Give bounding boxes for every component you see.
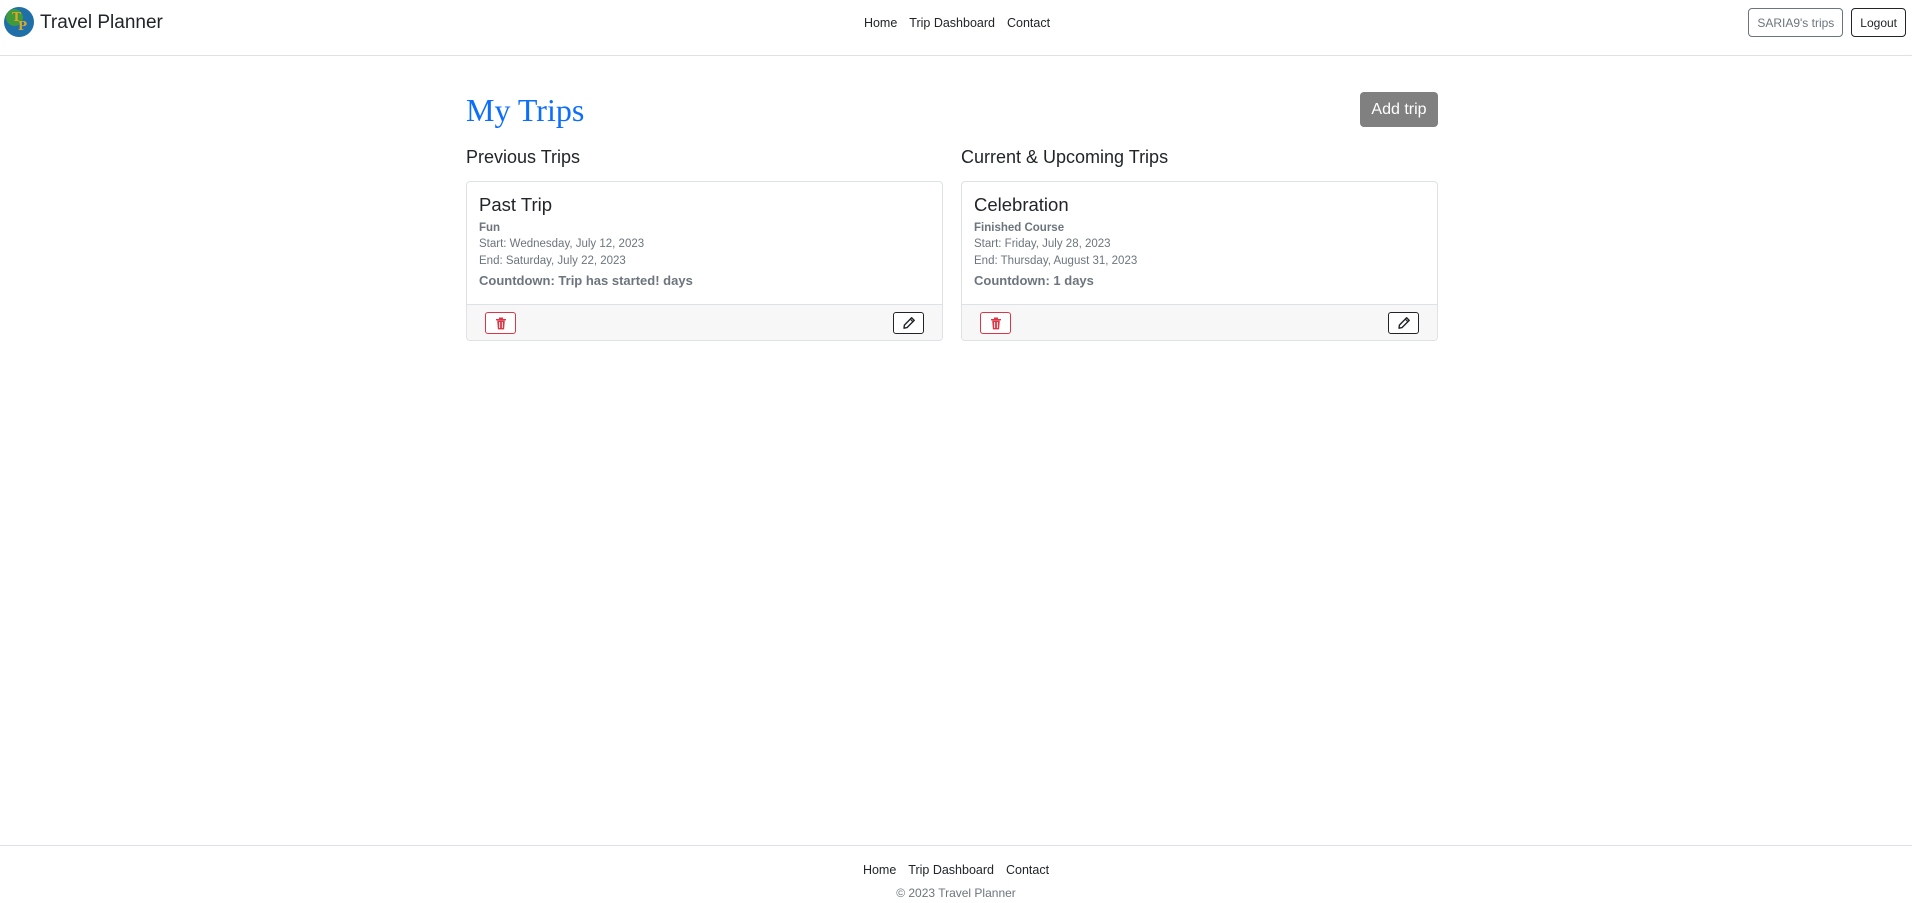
trip-name: Past Trip [479,194,552,215]
delete-trip-button[interactable] [980,312,1011,334]
upcoming-trips-heading: Current & Upcoming Trips [961,147,1169,167]
trip-card-upcoming: Celebration Finished Course Start: Frida… [961,181,1438,341]
pencil-icon [902,317,915,329]
trip-countdown: Countdown: 1 days [974,273,1094,288]
trip-end-date: End: Thursday, August 31, 2023 [974,255,1138,267]
top-navbar: T P Travel Planner Home Trip Dashboard C… [0,0,1912,56]
trip-start-date: Start: Friday, July 28, 2023 [974,238,1111,250]
page-footer: Home Trip Dashboard Contact © 2023 Trave… [0,845,1912,903]
footer-nav: Home Trip Dashboard Contact [0,861,1912,879]
nav-link-home[interactable]: Home [864,14,897,32]
edit-trip-button[interactable] [1388,312,1419,334]
user-actions: SARIA9's trips Logout [1748,8,1906,37]
add-trip-button[interactable]: Add trip [1360,92,1438,127]
trash-icon [495,317,506,329]
trip-card-body: Celebration Finished Course Start: Frida… [974,192,1425,290]
trip-card-footer [467,304,942,340]
page-title: My Trips [466,92,585,128]
nav-link-trip-dashboard[interactable]: Trip Dashboard [909,14,995,32]
copyright-text: © 2023 Travel Planner [896,886,1016,900]
trip-end-date: End: Saturday, July 22, 2023 [479,255,626,267]
pencil-icon [1397,317,1410,329]
trip-description: Fun [479,222,501,234]
delete-trip-button[interactable] [485,312,516,334]
main-nav: Home Trip Dashboard Contact [0,14,1912,32]
footer-link-trip-dashboard[interactable]: Trip Dashboard [908,861,994,879]
edit-trip-button[interactable] [893,312,924,334]
trip-description: Finished Course [974,222,1065,234]
trip-card-footer [962,304,1437,340]
trip-countdown: Countdown: Trip has started! days [479,273,693,288]
logout-button[interactable]: Logout [1851,8,1906,37]
previous-trips-heading: Previous Trips [466,147,581,167]
trip-start-date: Start: Wednesday, July 12, 2023 [479,238,645,250]
nav-link-contact[interactable]: Contact [1007,14,1050,32]
footer-link-home[interactable]: Home [863,861,896,879]
trip-card-previous: Past Trip Fun Start: Wednesday, July 12,… [466,181,943,341]
trip-name: Celebration [974,194,1069,215]
user-trips-button[interactable]: SARIA9's trips [1748,8,1844,37]
trip-card-body: Past Trip Fun Start: Wednesday, July 12,… [479,192,930,290]
footer-link-contact[interactable]: Contact [1006,861,1049,879]
trash-icon [990,317,1001,329]
